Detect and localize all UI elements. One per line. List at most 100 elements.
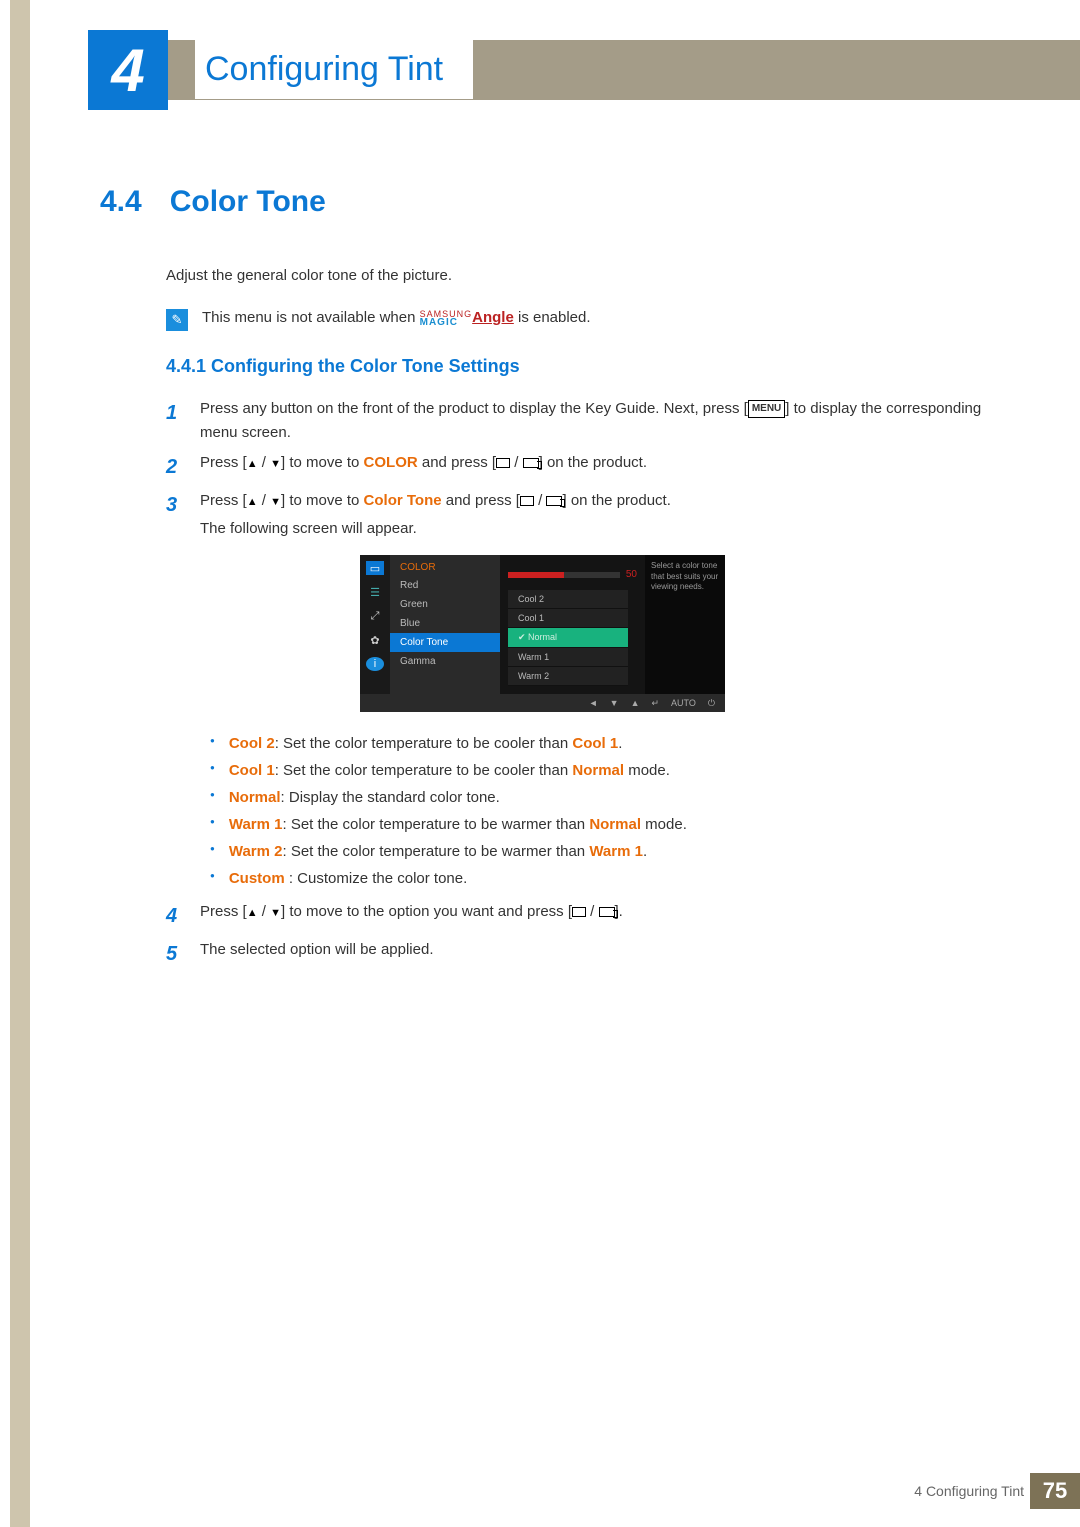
step-number: 1 [166, 397, 184, 445]
t: and press [ [442, 492, 520, 509]
colortone-keyword: Color Tone [364, 492, 442, 509]
option-descriptions: ● Cool 2: Set the color temperature to b… [210, 730, 1000, 892]
bullet-dot: ● [210, 865, 215, 892]
menu-button-icon: MENU [748, 400, 785, 418]
chapter-title: Configuring Tint [195, 40, 473, 99]
osd-slider [508, 572, 620, 578]
step-text: Press [ / ] to move to Color Tone and pr… [200, 489, 1000, 541]
t: and press [ [418, 454, 496, 471]
osd-icon-settings: ✿ [366, 633, 384, 647]
t: : Set the color temperature to be cooler… [275, 735, 573, 752]
step-number: 4 [166, 900, 184, 932]
t: ] to move to [281, 492, 364, 509]
enter-icon [523, 458, 539, 468]
note: ✎ This menu is not available when SAMSUN… [166, 309, 1000, 331]
t: Press [ [200, 492, 247, 509]
k: Warm 2 [229, 843, 283, 860]
r: Cool 1 [572, 735, 618, 752]
up-arrow-icon [247, 454, 258, 471]
t: : Set the color temperature to be warmer… [282, 816, 589, 833]
osd-help-text: Select a color tone that best suits your… [645, 555, 725, 694]
t: : Set the color temperature to be warmer… [282, 843, 589, 860]
enter-icon [546, 496, 562, 506]
osd-icon-picture: ▭ [366, 561, 384, 575]
chapter-number-box: 4 [88, 30, 168, 110]
step-number: 3 [166, 489, 184, 541]
note-suffix: is enabled. [518, 309, 591, 326]
osd-menu-header: COLOR [390, 559, 500, 576]
osd-item-colortone: Color Tone [390, 633, 500, 652]
bullet-text: Custom : Customize the color tone. [229, 865, 467, 892]
osd-icon-color: ☰ [366, 585, 384, 599]
t: ] on the product. [539, 454, 647, 471]
e: . [618, 735, 622, 752]
osd-option-normal: Normal [508, 628, 628, 648]
step-number: 5 [166, 938, 184, 970]
section-number: 4.4 [100, 185, 142, 219]
osd-option-warm1: Warm 1 [508, 648, 628, 667]
section-title: Color Tone [170, 185, 326, 219]
osd-item-gamma: Gamma [390, 652, 500, 671]
t: : Customize the color tone. [289, 870, 467, 887]
samsung-magic-logo: SAMSUNG MAGIC [420, 310, 473, 327]
t: : Set the color temperature to be cooler… [275, 762, 573, 779]
osd-item-red: Red [390, 576, 500, 595]
k: Cool 1 [229, 762, 275, 779]
osd-center-panel: 50 Cool 2 Cool 1 Normal Warm 1 Warm 2 [500, 555, 645, 694]
bullet-dot: ● [210, 730, 215, 757]
osd-main: ▭ ☰ ⤢ ✿ i COLOR Red Green Blue Color Ton… [360, 555, 725, 694]
step-text: Press [ / ] to move to COLOR and press [… [200, 451, 1000, 483]
bullet-cool1: ● Cool 1: Set the color temperature to b… [210, 757, 1000, 784]
select-icon [572, 907, 586, 917]
k: Normal [229, 789, 281, 806]
up-arrow-icon [247, 903, 258, 920]
t: ] on the product. [562, 492, 670, 509]
down-arrow-icon [270, 454, 281, 471]
r: Warm 1 [589, 843, 643, 860]
r: Normal [589, 816, 641, 833]
up-arrow-icon [247, 492, 258, 509]
step-5: 5 The selected option will be applied. [166, 938, 1000, 970]
bullet-dot: ● [210, 838, 215, 865]
e: mode. [624, 762, 670, 779]
enter-icon [599, 907, 615, 917]
step-3: 3 Press [ / ] to move to Color Tone and … [166, 489, 1000, 541]
brand-bottom: MAGIC [420, 317, 458, 328]
bullet-warm1: ● Warm 1: Set the color temperature to b… [210, 811, 1000, 838]
osd-icon-size: ⤢ [366, 609, 384, 623]
down-arrow-icon [270, 903, 281, 920]
page-footer: 4 Configuring Tint 75 [914, 1473, 1080, 1509]
bullet-warm2: ● Warm 2: Set the color temperature to b… [210, 838, 1000, 865]
t: Press any button on the front of the pro… [200, 400, 748, 417]
bullet-text: Warm 1: Set the color temperature to be … [229, 811, 687, 838]
k: Custom [229, 870, 289, 887]
page-number: 75 [1030, 1473, 1080, 1509]
t: ] to move to the option you want and pre… [281, 903, 572, 920]
subsection-heading: 4.4.1 Configuring the Color Tone Setting… [166, 356, 1000, 377]
section-heading: 4.4 Color Tone [100, 185, 1000, 219]
step-2: 2 Press [ / ] to move to COLOR and press… [166, 451, 1000, 483]
select-icon [496, 458, 510, 468]
osd-option-cool1: Cool 1 [508, 609, 628, 628]
osd-option-cool2: Cool 2 [508, 590, 628, 609]
step-text: Press any button on the front of the pro… [200, 397, 1000, 445]
osd-side-icons: ▭ ☰ ⤢ ✿ i [360, 555, 390, 694]
osd-dropdown: Cool 2 Cool 1 Normal Warm 1 Warm 2 [508, 590, 628, 686]
chapter-number: 4 [111, 36, 144, 105]
page-content: 4.4 Color Tone Adjust the general color … [100, 185, 1000, 976]
t: Press [ [200, 903, 247, 920]
down-arrow-icon [270, 492, 281, 509]
osd-foot-auto: AUTO [671, 698, 696, 708]
step-text: The selected option will be applied. [200, 938, 1000, 970]
brand-word: Angle [472, 309, 514, 326]
r: Normal [572, 762, 624, 779]
intro-text: Adjust the general color tone of the pic… [166, 264, 1000, 287]
osd-footer-icons: ◄ ▼ ▲ ↵ AUTO ⏻ [360, 694, 725, 712]
osd-foot-down-icon: ▼ [610, 698, 619, 708]
bullet-dot: ● [210, 784, 215, 811]
osd-menu-list: COLOR Red Green Blue Color Tone Gamma [390, 555, 500, 694]
note-prefix: This menu is not available when [202, 309, 420, 326]
color-keyword: COLOR [364, 454, 418, 471]
t: ] to move to [281, 454, 364, 471]
bullet-text: Warm 2: Set the color temperature to be … [229, 838, 647, 865]
